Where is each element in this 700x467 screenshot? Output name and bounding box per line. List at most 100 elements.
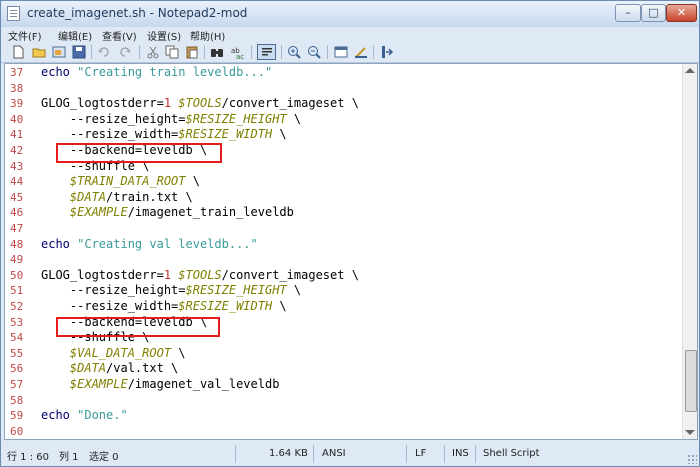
code-line-51[interactable]: 51 --resize_height=$RESIZE_HEIGHT \ xyxy=(5,283,683,298)
redo-icon[interactable] xyxy=(117,44,133,60)
vertical-scrollbar[interactable] xyxy=(682,64,697,439)
line-number: 52 xyxy=(10,300,24,313)
text-editor[interactable]: 37 echo "Creating train leveldb..." 38 39 GL… xyxy=(4,63,698,440)
code-line-38[interactable]: 38 xyxy=(5,81,683,96)
code-line-47[interactable]: 47 xyxy=(5,221,683,236)
status-encoding[interactable]: ANSI xyxy=(322,448,346,459)
code-token: --resize_height= xyxy=(41,111,186,126)
code-line-40[interactable]: 40 --resize_height=$RESIZE_HEIGHT \ xyxy=(5,112,683,127)
open-icon[interactable] xyxy=(31,44,47,60)
line-number: 53 xyxy=(10,315,24,329)
customize-icon[interactable] xyxy=(353,44,369,60)
menu-bar: 文件(F) 编辑(E) 查看(V) 设置(S) 帮助(H) xyxy=(1,27,699,43)
menu-view[interactable]: 查看(V) xyxy=(102,28,137,43)
scheme-icon[interactable] xyxy=(333,44,349,60)
status-line-ending[interactable]: LF xyxy=(415,448,426,459)
code-line-46[interactable]: 46 $EXAMPLE/imagenet_train_leveldb xyxy=(5,205,683,220)
code-line-49[interactable]: 49 xyxy=(5,252,683,267)
line-number: 48 xyxy=(10,237,24,251)
menu-help[interactable]: 帮助(H) xyxy=(190,28,225,43)
word-wrap-icon[interactable] xyxy=(257,44,276,60)
toolbar: ab ac xyxy=(1,42,699,63)
scroll-down-icon[interactable] xyxy=(685,430,695,435)
close-button[interactable]: ✕ xyxy=(666,4,697,22)
cut-icon[interactable] xyxy=(145,44,161,60)
line-number: 57 xyxy=(10,378,24,391)
code-token: $TOOLS xyxy=(178,96,222,111)
line-text: $EXAMPLE/imagenet_val_leveldb xyxy=(41,377,280,392)
line-text: $DATA/val.txt \ xyxy=(41,361,178,376)
copy-icon[interactable] xyxy=(164,44,180,60)
line-number: 60 xyxy=(10,424,24,438)
zoom-out-icon[interactable] xyxy=(306,44,322,60)
line-text: --resize_width=$RESIZE_WIDTH \ xyxy=(41,299,287,314)
app-window: create_imagenet.sh - Notepad2-mod – □ ✕ … xyxy=(0,0,700,467)
code-line-56[interactable]: 56 $DATA/val.txt \ xyxy=(5,361,683,376)
code-line-44[interactable]: 44 $TRAIN_DATA_ROOT \ xyxy=(5,174,683,189)
code-token: "Done." xyxy=(77,408,128,423)
code-token: \ xyxy=(171,345,186,360)
window-title: create_imagenet.sh - Notepad2-mod xyxy=(27,6,248,20)
code-token: \ xyxy=(286,111,302,126)
line-number: 59 xyxy=(10,409,24,423)
code-token: /convert_imageset \ xyxy=(221,96,359,111)
code-line-52[interactable]: 52 --resize_width=$RESIZE_WIDTH \ xyxy=(5,299,683,314)
line-text: --resize_width=$RESIZE_WIDTH \ xyxy=(41,127,287,142)
code-token: $VAL_DATA_ROOT xyxy=(69,345,172,360)
new-icon[interactable] xyxy=(10,44,26,60)
code-line-48[interactable]: 48 echo "Creating val leveldb..." xyxy=(5,237,683,252)
code-line-55[interactable]: 55 $VAL_DATA_ROOT \ xyxy=(5,346,683,361)
undo-icon[interactable] xyxy=(96,44,112,60)
status-bar: 行 1 : 60 列 1 选定 0 1.64 KB ANSI LF INS Sh… xyxy=(1,442,699,466)
status-insert-mode: INS xyxy=(452,448,469,459)
code-line-39[interactable]: 39 GLOG_logtostderr=1 $TOOLS/convert_imag… xyxy=(5,96,683,111)
code-line-37[interactable]: 37 echo "Creating train leveldb..." xyxy=(5,65,683,80)
paste-icon[interactable] xyxy=(184,44,200,60)
line-text: echo "Creating train leveldb..." xyxy=(41,65,272,80)
status-column: 列 1 xyxy=(59,452,79,463)
highlight-box-line-42 xyxy=(56,143,222,163)
svg-text:ac: ac xyxy=(236,53,244,59)
save-icon[interactable] xyxy=(71,44,87,60)
maximize-button[interactable]: □ xyxy=(641,4,666,22)
always-on-top-icon[interactable] xyxy=(379,44,395,60)
menu-settings[interactable]: 设置(S) xyxy=(147,28,181,43)
code-line-57[interactable]: 57 $EXAMPLE/imagenet_val_leveldb xyxy=(5,377,683,392)
zoom-in-icon[interactable] xyxy=(286,44,302,60)
line-number: 54 xyxy=(10,331,24,345)
line-number: 58 xyxy=(10,393,24,407)
code-line-58[interactable]: 58 xyxy=(5,393,683,408)
code-line-59[interactable]: 59 echo "Done." xyxy=(5,408,683,423)
replace-icon[interactable]: ab ac xyxy=(230,44,246,60)
code-token: "Creating val leveldb..." xyxy=(77,236,258,251)
scrollbar-thumb[interactable] xyxy=(685,350,697,412)
menu-file[interactable]: 文件(F) xyxy=(8,28,42,43)
code-token: $RESIZE_WIDTH xyxy=(178,127,273,142)
code-line-60[interactable]: 60 xyxy=(5,424,683,439)
code-token: \ xyxy=(272,127,287,142)
browse-icon[interactable] xyxy=(51,44,67,60)
scroll-up-icon[interactable] xyxy=(685,68,695,73)
code-line-50[interactable]: 50 GLOG_logtostderr=1 $TOOLS/convert_imag… xyxy=(5,268,683,283)
line-number: 41 xyxy=(10,128,24,142)
menu-edit[interactable]: 编辑(E) xyxy=(58,28,92,43)
line-text: GLOG_logtostderr=1 $TOOLS/convert_images… xyxy=(41,268,359,283)
find-icon[interactable] xyxy=(209,44,225,60)
line-number: 44 xyxy=(10,175,24,189)
minimize-button[interactable]: – xyxy=(615,4,641,22)
code-token: 1 xyxy=(163,267,172,282)
code-line-45[interactable]: 45 $DATA/train.txt \ xyxy=(5,190,683,205)
code-token: 1 xyxy=(163,96,172,111)
code-token: $DATA xyxy=(69,189,107,204)
code-token: "Creating train leveldb..." xyxy=(77,65,273,79)
resize-grip-icon[interactable] xyxy=(687,454,697,464)
status-language[interactable]: Shell Script xyxy=(483,448,540,459)
line-number: 40 xyxy=(10,112,24,126)
code-token: /train.txt \ xyxy=(106,189,193,204)
highlight-box-line-53 xyxy=(56,317,220,337)
code-line-41[interactable]: 41 --resize_width=$RESIZE_WIDTH \ xyxy=(5,127,683,142)
status-selection: 选定 0 xyxy=(89,452,119,463)
code-token: --resize_width= xyxy=(41,299,179,313)
